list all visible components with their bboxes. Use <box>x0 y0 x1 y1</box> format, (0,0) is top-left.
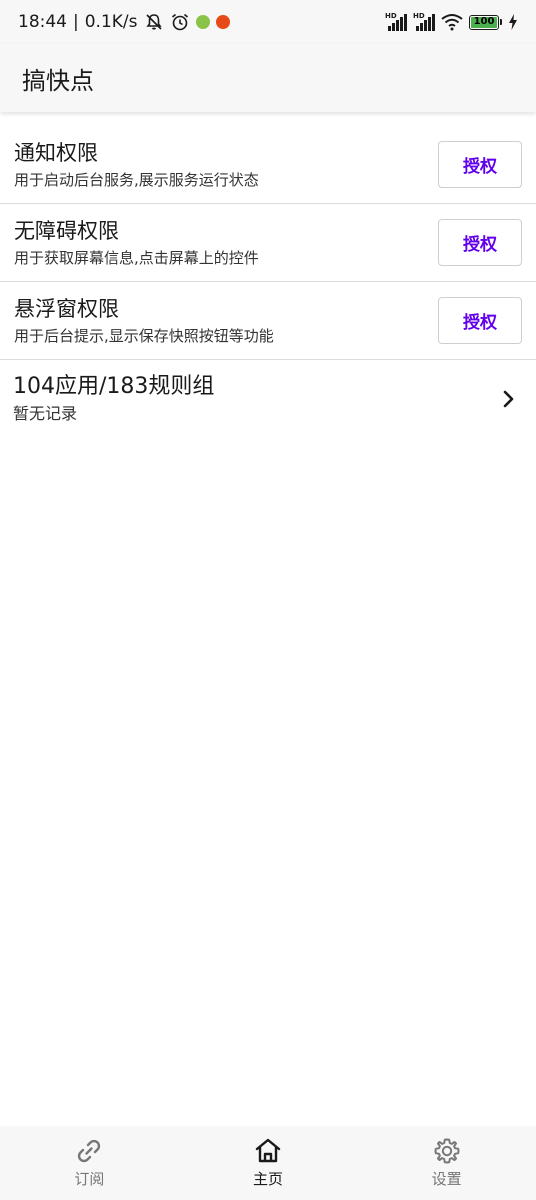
accessibility-permission-row: 无障碍权限 用于获取屏幕信息,点击屏幕上的控件 授权 <box>0 204 536 282</box>
rules-title: 104应用/183规则组 <box>13 374 215 399</box>
nav-settings[interactable]: 设置 <box>357 1126 536 1200</box>
permission-text: 通知权限 用于启动后台服务,展示服务运行状态 <box>14 139 438 191</box>
nav-label: 主页 <box>253 1170 284 1188</box>
permission-title: 悬浮窗权限 <box>14 296 119 321</box>
nav-home[interactable]: 主页 <box>179 1126 358 1200</box>
charging-icon <box>508 14 518 30</box>
grant-overlay-button[interactable]: 授权 <box>438 297 522 344</box>
grant-accessibility-button[interactable]: 授权 <box>438 219 522 266</box>
permission-text: 悬浮窗权限 用于后台提示,显示保存快照按钮等功能 <box>14 295 438 347</box>
home-icon <box>253 1136 283 1166</box>
mute-icon <box>144 12 164 32</box>
permission-title: 无障碍权限 <box>14 218 119 243</box>
nav-label: 订阅 <box>74 1170 105 1188</box>
app-notification-icon <box>195 15 210 29</box>
battery-level: 100 <box>471 16 497 28</box>
permission-title: 通知权限 <box>14 140 98 165</box>
permission-text: 无障碍权限 用于获取屏幕信息,点击屏幕上的控件 <box>14 217 438 269</box>
chevron-right-icon <box>500 389 516 409</box>
nav-label: 设置 <box>431 1170 462 1188</box>
status-separator: | <box>73 12 79 32</box>
overlay-permission-row: 悬浮窗权限 用于后台提示,显示保存快照按钮等功能 授权 <box>0 282 536 360</box>
grant-notification-button[interactable]: 授权 <box>438 141 522 188</box>
status-bar: 18:44 | 0.1K/s HD HD 100 <box>0 0 536 44</box>
rules-text: 104应用/183规则组 暂无记录 <box>13 373 500 425</box>
app-notification-icon <box>215 15 230 29</box>
rules-subtitle: 暂无记录 <box>13 404 78 423</box>
permission-description: 用于获取屏幕信息,点击屏幕上的控件 <box>14 248 259 267</box>
status-right: HD HD 100 <box>385 12 518 31</box>
permission-description: 用于启动后台服务,展示服务运行状态 <box>14 170 259 189</box>
alarm-icon <box>170 12 190 32</box>
battery-icon: 100 <box>469 14 502 30</box>
page-title: 搞快点 <box>22 66 94 95</box>
gear-icon <box>432 1136 462 1166</box>
notification-permission-row: 通知权限 用于启动后台服务,展示服务运行状态 授权 <box>0 126 536 204</box>
status-time: 18:44 <box>18 12 67 32</box>
link-icon <box>74 1136 104 1166</box>
wifi-icon <box>441 13 463 31</box>
bottom-navigation: 订阅 主页 设置 <box>0 1126 536 1200</box>
status-left: 18:44 | 0.1K/s <box>18 12 230 32</box>
top-app-bar: 搞快点 <box>0 44 536 112</box>
rules-summary-row[interactable]: 104应用/183规则组 暂无记录 <box>0 360 536 438</box>
signal-icon: HD <box>413 12 435 31</box>
permission-description: 用于后台提示,显示保存快照按钮等功能 <box>14 326 274 345</box>
main-content: 通知权限 用于启动后台服务,展示服务运行状态 授权 无障碍权限 用于获取屏幕信息… <box>0 126 536 438</box>
signal-icon: HD <box>385 12 407 31</box>
network-speed: 0.1K/s <box>84 12 138 32</box>
nav-subscriptions[interactable]: 订阅 <box>0 1126 179 1200</box>
